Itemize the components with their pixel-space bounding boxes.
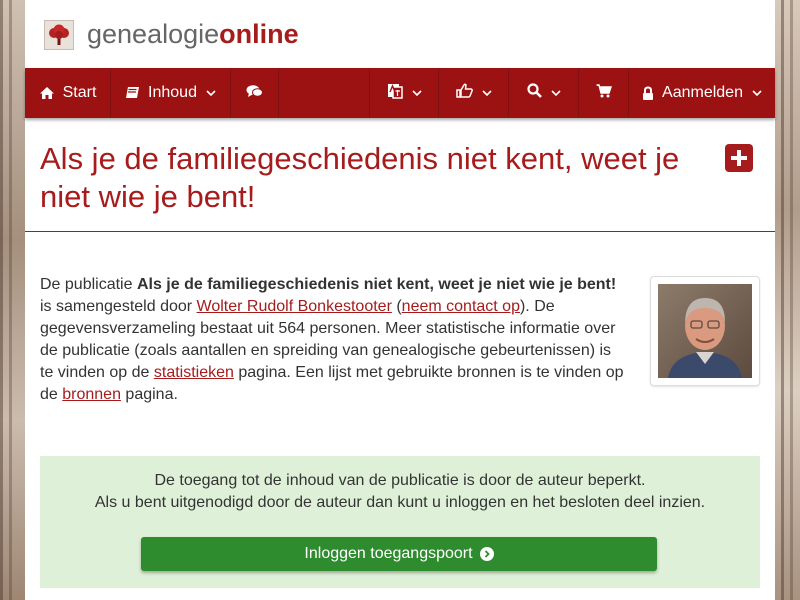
logo-text-part1: genealogie	[87, 19, 220, 49]
nav-start[interactable]: Start	[25, 68, 111, 118]
main-navbar: Start Inhoud Aanmelden	[25, 68, 775, 118]
nav-language[interactable]	[369, 68, 439, 118]
family-tree-logo-icon[interactable]	[44, 20, 74, 50]
chevron-down-icon	[550, 89, 561, 97]
nav-contents[interactable]: Inhoud	[111, 68, 231, 118]
nav-cart[interactable]	[579, 68, 629, 118]
login-portal-button[interactable]: Inloggen toegangspoort	[141, 537, 657, 571]
title-section: Als je de familiegeschiedenis niet kent,…	[25, 118, 775, 232]
logo-text-part2: online	[219, 19, 299, 49]
background-texture-right	[775, 0, 800, 600]
access-notice-line1: De toegang tot de inhoud van de publicat…	[154, 472, 646, 489]
nav-start-label: Start	[62, 84, 97, 101]
intro-text: De publicatie	[40, 276, 137, 293]
intro-text: pagina.	[120, 386, 178, 403]
sources-link[interactable]: bronnen	[62, 386, 121, 403]
home-icon	[39, 86, 55, 100]
background-texture-left	[0, 0, 25, 600]
access-restricted-notice: De toegang tot de inhoud van de publicat…	[40, 456, 760, 588]
chevron-circle-right-icon	[479, 547, 494, 561]
nav-login-label: Aanmelden	[662, 84, 743, 101]
author-link[interactable]: Wolter Rudolf Bonkestooter	[197, 298, 392, 315]
login-portal-button-label: Inloggen toegangspoort	[304, 545, 473, 562]
intro-text: is samengesteld door	[40, 298, 197, 315]
author-photo[interactable]	[650, 276, 760, 386]
contact-link[interactable]: neem contact op	[402, 298, 520, 315]
statistics-link[interactable]: statistieken	[154, 364, 234, 381]
chevron-down-icon	[206, 89, 216, 97]
comments-icon	[246, 84, 263, 103]
nav-contents-label: Inhoud	[148, 84, 197, 101]
nav-thumbs[interactable]	[439, 68, 509, 118]
shopping-cart-icon	[596, 83, 612, 103]
chevron-down-icon	[411, 89, 422, 97]
nav-search[interactable]	[509, 68, 579, 118]
access-notice-line2: Als u bent uitgenodigd door de auteur da…	[94, 494, 706, 511]
page-container: genealogieonline Start Inhoud Aanmelden …	[25, 0, 775, 600]
book-icon	[125, 86, 140, 100]
nav-login[interactable]: Aanmelden	[629, 68, 775, 118]
nav-chat[interactable]	[231, 68, 279, 118]
site-header: genealogieonline	[25, 0, 775, 68]
publication-title: Als je de familiegeschiedenis niet kent,…	[136, 276, 617, 293]
site-logo-text[interactable]: genealogieonline	[87, 17, 299, 51]
chevron-down-icon	[481, 89, 492, 97]
thumbs-up-icon	[455, 83, 473, 103]
publication-intro: De publicatie Als je de familiegeschiede…	[40, 274, 625, 406]
lock-icon	[642, 85, 654, 101]
chevron-down-icon	[752, 89, 762, 97]
intro-text: (	[391, 298, 402, 315]
translate-icon	[387, 83, 403, 104]
plus-square-icon[interactable]	[725, 144, 753, 172]
search-icon	[526, 83, 542, 103]
page-title: Als je de familiegeschiedenis niet kent,…	[40, 141, 680, 214]
